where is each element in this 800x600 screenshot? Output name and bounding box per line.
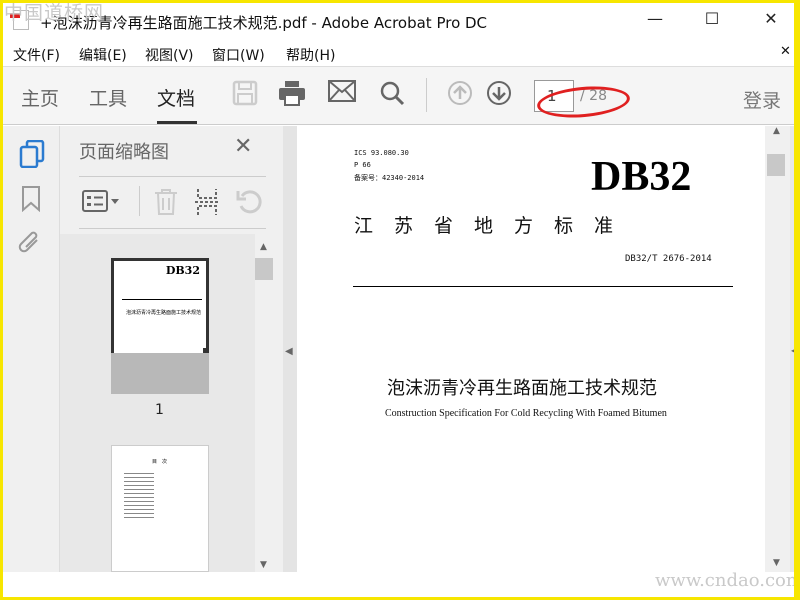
search-icon[interactable]	[378, 80, 406, 108]
thumbnail-scroll-thumb[interactable]	[255, 258, 273, 280]
doc-standard: 江 苏 省 地 方 标 准	[354, 215, 615, 237]
print-icon[interactable]	[278, 80, 306, 108]
doc-p: P 66	[354, 161, 371, 169]
menu-window[interactable]: 窗口(W)	[212, 45, 265, 65]
document-scrollbar[interactable]: ▲ ▼	[765, 126, 790, 572]
menu-edit[interactable]: 编辑(E)	[79, 45, 127, 65]
doc-close-button[interactable]: ✕	[780, 44, 791, 59]
close-button[interactable]: ✕	[756, 6, 786, 32]
panel-toolbar-divider	[139, 186, 140, 216]
bookmark-icon[interactable]	[21, 186, 41, 216]
previous-page-icon[interactable]	[446, 80, 474, 108]
attachment-icon[interactable]	[17, 230, 43, 260]
email-icon[interactable]	[328, 80, 356, 108]
doc-db32: DB32	[591, 154, 692, 200]
maximize-button[interactable]: ☐	[697, 6, 727, 32]
thumb-toc: 目 次	[152, 459, 168, 465]
save-icon[interactable]	[231, 80, 259, 108]
menu-file[interactable]: 文件(F)	[13, 45, 60, 65]
next-page-icon[interactable]	[485, 80, 513, 108]
doc-title-cn: 泡沫沥青冷再生路面施工技术规范	[387, 378, 657, 399]
doc-rule	[353, 286, 733, 287]
page-thumbnails-icon[interactable]	[19, 139, 45, 172]
thumb-toc-lines	[124, 470, 154, 520]
rotate-page-icon[interactable]	[236, 188, 264, 220]
minimize-button[interactable]: —	[640, 6, 670, 32]
panel-divider	[79, 176, 266, 177]
document-scroll-thumb[interactable]	[767, 154, 785, 176]
tab-document[interactable]: 文档	[157, 84, 195, 111]
thumb-title: 泡沫沥青冷再生路面施工技术规范	[126, 310, 202, 316]
menu-view[interactable]: 视图(V)	[145, 45, 194, 65]
menu-help[interactable]: 帮助(H)	[286, 45, 335, 65]
thumbnail-options-icon[interactable]	[82, 188, 122, 218]
extract-page-icon[interactable]	[195, 188, 219, 220]
thumb-rule	[122, 299, 202, 300]
panel-close-button[interactable]: ✕	[234, 134, 252, 159]
doc-record: 备案号：42340-2014	[354, 174, 425, 182]
doc-ics: ICS 93.080.30	[354, 149, 409, 157]
thumbnail-page-label: 1	[155, 402, 164, 418]
page-thumbnail-2[interactable]: 目 次	[111, 445, 209, 572]
document-page: ICS 93.080.30 P 66 备案号：42340-2014 DB32 江…	[297, 126, 765, 572]
delete-page-icon[interactable]	[154, 188, 178, 220]
panel-splitter[interactable]: ◀	[283, 126, 297, 572]
thumbnail-footer	[111, 353, 209, 394]
thumb-db: DB32	[165, 264, 200, 277]
tab-tools[interactable]: 工具	[89, 84, 127, 111]
panel-divider-2	[79, 228, 266, 229]
window-title: +泡沫沥青冷再生路面施工技术规范.pdf - Adobe Acrobat Pro…	[40, 14, 488, 32]
doc-code: DB32/T 2676-2014	[625, 254, 712, 264]
login-button[interactable]: 登录	[743, 86, 781, 113]
right-panel-toggle[interactable]: ◀	[790, 126, 800, 572]
tab-home[interactable]: 主页	[21, 84, 59, 111]
watermark-top: 中国道桥网	[4, 2, 105, 24]
thumbnail-scrollbar[interactable]: ▲ ▼	[255, 234, 275, 572]
panel-title: 页面缩略图	[79, 142, 169, 163]
toolbar-divider	[426, 78, 427, 112]
active-tab-indicator	[157, 121, 197, 124]
watermark-bottom: www.cndao.com	[655, 570, 800, 591]
doc-title-en: Construction Specification For Cold Recy…	[385, 408, 667, 419]
